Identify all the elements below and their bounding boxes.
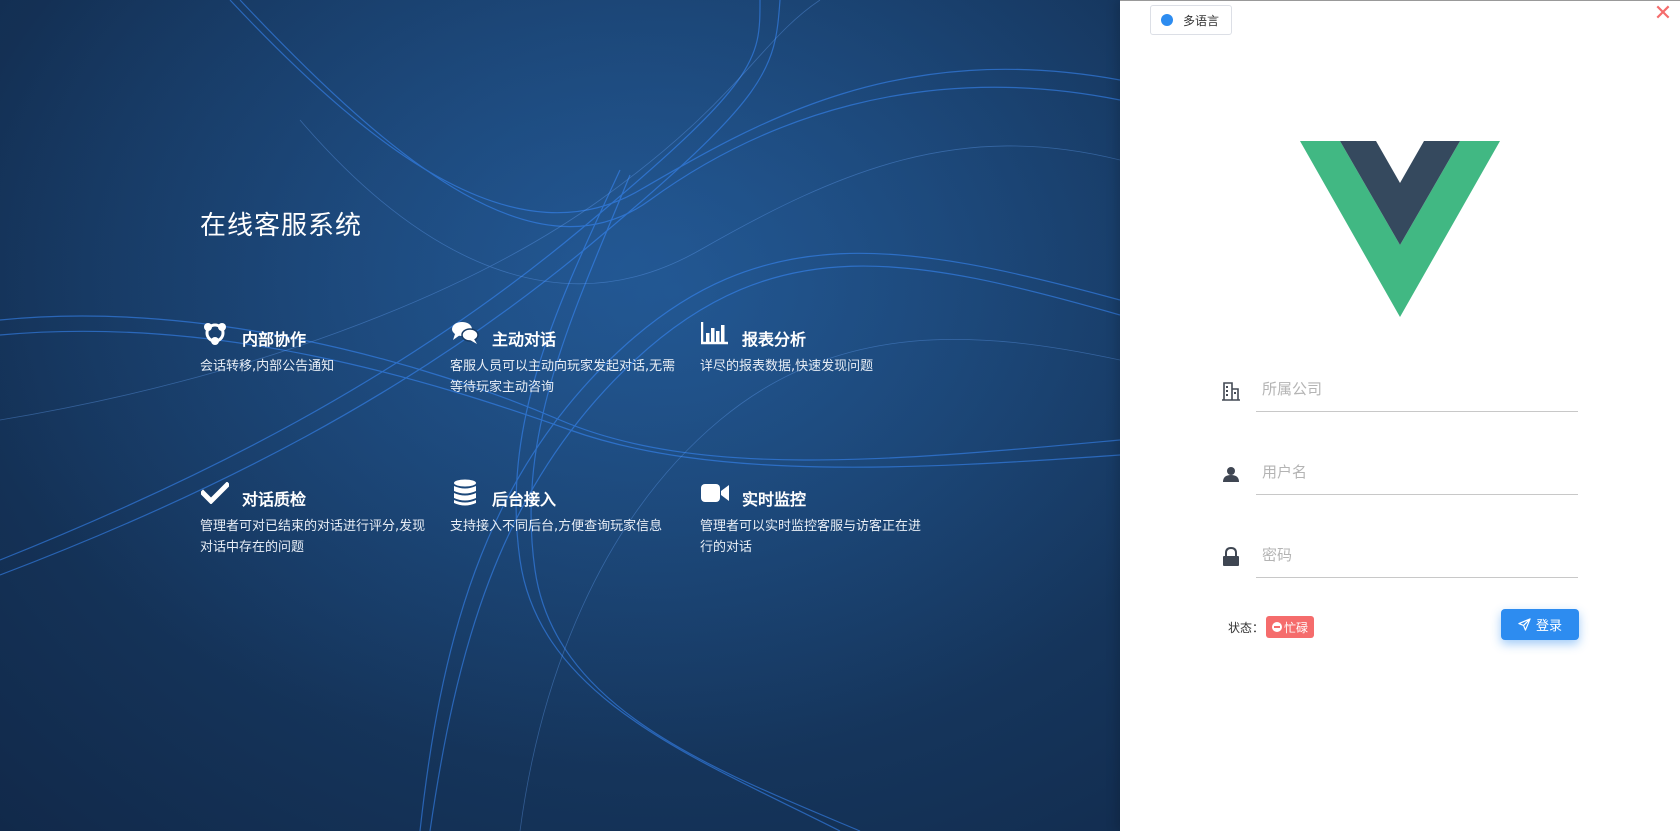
- lock-icon: [1220, 546, 1242, 568]
- password-field: [1220, 532, 1580, 580]
- language-button[interactable]: 多语言: [1150, 5, 1233, 35]
- password-input[interactable]: [1256, 532, 1578, 578]
- system-title: 在线客服系统: [200, 211, 363, 241]
- company-field: [1220, 366, 1580, 414]
- user-icon: [1220, 463, 1242, 485]
- busy-icon: [1272, 622, 1283, 632]
- login-button-label: 登录: [1535, 618, 1562, 633]
- feature-title: 主动对话: [492, 330, 557, 349]
- feature-description: 详尽的报表数据,快速发现问题: [700, 359, 874, 374]
- feature-title: 对话质检: [242, 490, 307, 509]
- company-input[interactable]: [1256, 366, 1578, 412]
- feature-description: 管理者可以实时监控客服与访客正在进行的对话: [700, 519, 922, 555]
- database-icon: [450, 478, 480, 508]
- collaboration-icon: [200, 318, 230, 348]
- feature-realtime-monitoring: 实时监控 管理者可以实时监控客服与访客正在进行的对话: [700, 476, 930, 558]
- background-waves: [0, 0, 1120, 831]
- hero-panel: 在线客服系统 内部协作 会话转移,内部公告通知 主动对话 客服人员可以主动向玩家…: [0, 0, 1120, 831]
- status-label: 状态：: [1228, 620, 1265, 635]
- close-icon[interactable]: ✕: [1652, 3, 1674, 25]
- feature-title: 内部协作: [242, 330, 307, 349]
- vue-logo: [1300, 141, 1500, 317]
- language-button-label: 多语言: [1183, 13, 1220, 28]
- language-dot-icon: [1161, 14, 1173, 26]
- feature-report-analysis: 报表分析 详尽的报表数据,快速发现问题: [700, 316, 930, 377]
- feature-description: 会话转移,内部公告通知: [200, 359, 335, 374]
- feature-title: 实时监控: [742, 490, 807, 509]
- login-panel: 多语言 ✕ 状态： 忙碌 登录: [1120, 0, 1680, 831]
- checkmark-icon: [200, 478, 230, 508]
- feature-proactive-chat: 主动对话 客服人员可以主动向玩家发起对话,无需等待玩家主动咨询: [450, 316, 680, 398]
- login-button[interactable]: 登录: [1501, 609, 1579, 640]
- status-value: 忙碌: [1284, 620, 1309, 635]
- feature-quality-inspection: 对话质检 管理者可对已结束的对话进行评分,发现对话中存在的问题: [200, 476, 430, 558]
- send-icon: [1518, 618, 1531, 631]
- username-field: [1220, 449, 1580, 497]
- chat-bubbles-icon: [450, 318, 480, 348]
- feature-description: 支持接入不同后台,方便查询玩家信息: [450, 519, 663, 534]
- feature-backend-integration: 后台接入 支持接入不同后台,方便查询玩家信息: [450, 476, 680, 537]
- video-camera-icon: [700, 478, 730, 508]
- building-icon: [1220, 380, 1242, 402]
- bar-chart-icon: [700, 318, 730, 348]
- feature-internal-collaboration: 内部协作 会话转移,内部公告通知: [200, 316, 430, 377]
- username-input[interactable]: [1256, 449, 1578, 495]
- feature-description: 管理者可对已结束的对话进行评分,发现对话中存在的问题: [200, 519, 426, 555]
- feature-title: 报表分析: [742, 330, 807, 349]
- feature-description: 客服人员可以主动向玩家发起对话,无需等待玩家主动咨询: [450, 359, 676, 395]
- status-row: 状态： 忙碌: [1228, 616, 1315, 638]
- status-badge[interactable]: 忙碌: [1266, 616, 1315, 638]
- feature-title: 后台接入: [492, 490, 557, 509]
